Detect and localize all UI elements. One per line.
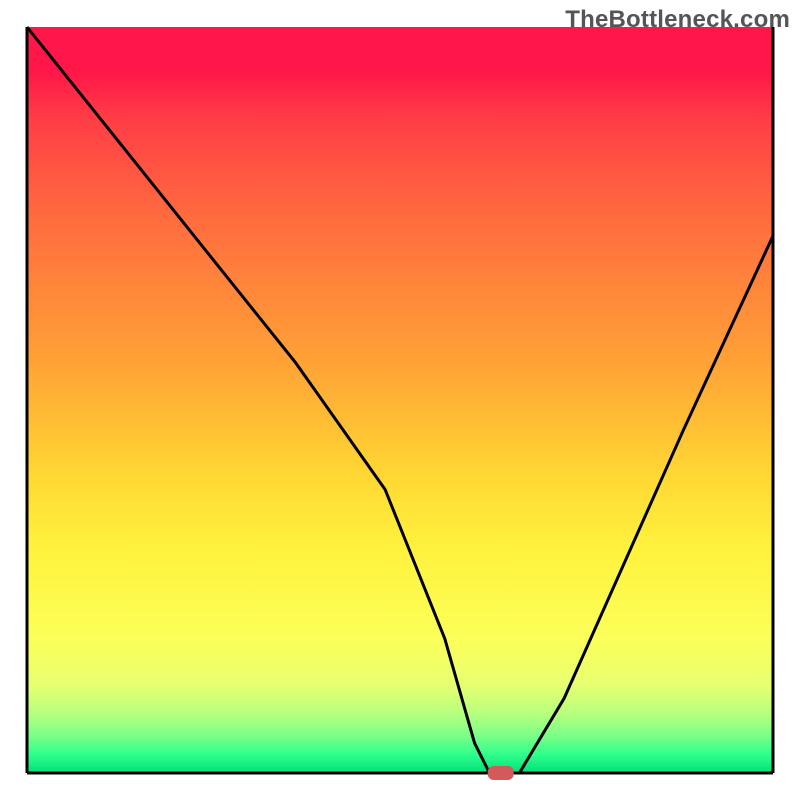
optimal-point-marker: [488, 766, 514, 780]
bottleneck-chart: TheBottleneck.com: [0, 0, 800, 800]
chart-svg: [0, 0, 800, 800]
bottleneck-curve: [27, 27, 773, 773]
